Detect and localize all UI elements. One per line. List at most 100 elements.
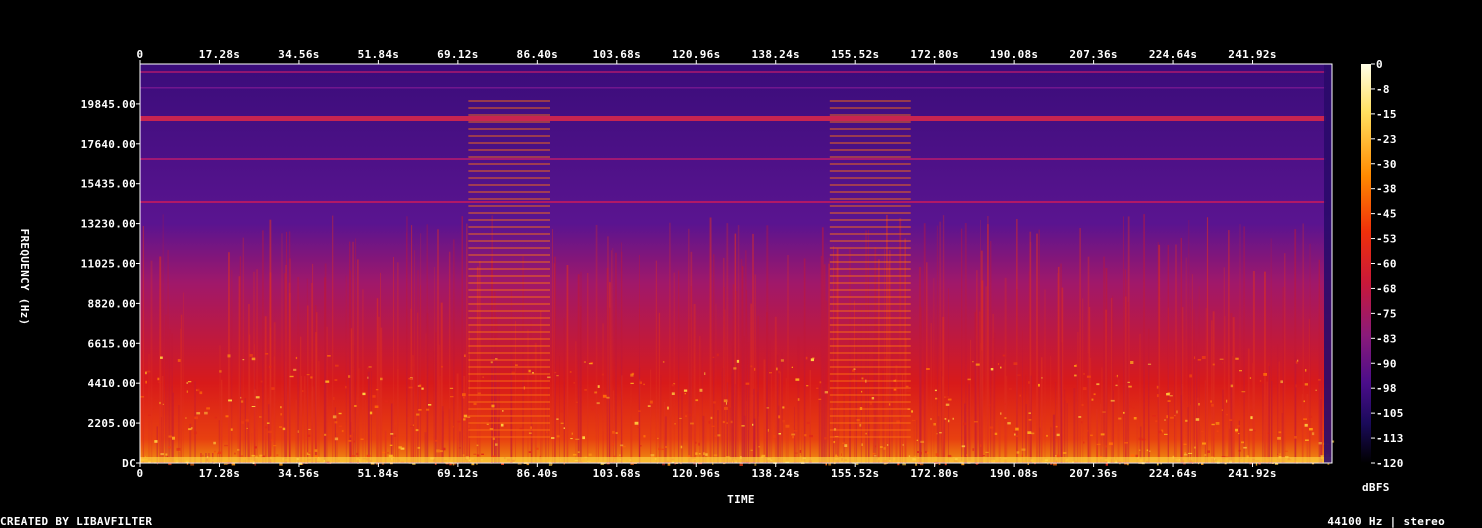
spectral-streak <box>441 406 444 463</box>
harmonic-speck <box>240 455 244 457</box>
harmonic-speck <box>778 370 781 374</box>
harmonic-speck <box>528 369 531 373</box>
spectral-streak <box>1082 298 1084 463</box>
harmonic-speck <box>1183 453 1188 456</box>
spectral-streak <box>420 233 422 463</box>
harmonic-speck <box>619 454 621 456</box>
harmonic-speck <box>816 387 819 389</box>
spectral-streak <box>916 420 918 463</box>
harmonic-speck <box>1062 452 1067 454</box>
spectral-streak <box>412 355 414 463</box>
harmonic-speck <box>819 381 822 384</box>
tonal-band <box>468 254 550 256</box>
spectral-streak <box>297 277 300 463</box>
harmonic-speck <box>750 365 753 368</box>
harmonic-speck <box>227 354 231 358</box>
tonal-band <box>829 352 911 354</box>
harmonic-speck <box>985 451 989 453</box>
spectral-streak <box>878 346 880 463</box>
tonal-band <box>468 289 550 291</box>
harmonic-speck <box>1167 400 1171 402</box>
harmonic-speck <box>1008 388 1012 390</box>
spectral-streak <box>352 241 354 463</box>
spectral-streak <box>345 275 347 463</box>
x-axis-label: TIME <box>727 493 755 506</box>
spectral-streak <box>1077 332 1079 463</box>
harmonic-speck <box>841 453 842 456</box>
harmonic-speck <box>160 356 163 359</box>
tonal-band <box>468 205 550 207</box>
tonal-band <box>829 121 911 123</box>
harmonic-speck <box>476 454 480 457</box>
harmonic-speck <box>1090 434 1093 437</box>
harmonic-speck <box>833 441 836 444</box>
harmonic-speck <box>615 432 618 434</box>
harmonic-speck <box>927 452 930 454</box>
harmonic-speck <box>1263 373 1267 376</box>
harmonic-speck <box>428 404 432 406</box>
spectral-streak <box>183 292 184 463</box>
spectral-streak <box>303 376 306 463</box>
harmonic-speck <box>196 412 201 415</box>
spectral-streak <box>1126 279 1128 463</box>
harmonic-speck <box>362 392 366 396</box>
harmonic-speck <box>251 406 256 407</box>
spectral-streak <box>1005 359 1006 463</box>
harmonic-speck <box>966 454 968 456</box>
tonal-band <box>468 233 550 235</box>
harmonic-speck <box>384 400 389 403</box>
harmonic-speck <box>1197 359 1202 361</box>
harmonic-speck <box>194 416 198 420</box>
spectral-streak <box>1028 271 1030 463</box>
x-tick-label-top: 69.12s <box>437 48 479 61</box>
harmonic-speck <box>1235 431 1237 433</box>
spectral-streak <box>397 368 399 463</box>
spectral-streak <box>580 327 582 463</box>
spectral-streak <box>411 225 413 463</box>
harmonic-speck <box>273 445 277 447</box>
spectral-streak <box>1044 289 1046 463</box>
harmonic-speck <box>334 379 338 381</box>
harmonic-speck <box>1087 430 1089 432</box>
harmonic-speck <box>722 420 725 424</box>
harmonic-speck <box>658 447 662 451</box>
tonal-band <box>468 422 550 424</box>
spectral-streak <box>1054 382 1057 463</box>
spectral-streak <box>737 409 739 463</box>
harmonic-speck <box>1130 454 1135 457</box>
x-tick-label-top: 86.40s <box>517 48 559 61</box>
harmonic-speck <box>606 396 610 399</box>
x-tick-label-top: 0 <box>137 48 144 61</box>
tonal-band <box>468 429 550 431</box>
tonal-band <box>468 310 550 312</box>
harmonic-speck <box>711 425 715 427</box>
harmonic-speck <box>1235 357 1239 360</box>
spectral-streak <box>448 251 451 463</box>
harmonic-speck <box>766 407 770 409</box>
harmonic-speck <box>944 396 946 398</box>
tonal-band <box>829 415 911 417</box>
spectral-streak <box>974 312 977 463</box>
spectral-streak <box>1022 330 1023 463</box>
harmonic-speck <box>835 454 837 457</box>
harmonic-speck <box>1216 430 1219 433</box>
harmonic-speck <box>917 451 919 453</box>
tonal-band <box>468 338 550 340</box>
spectral-streak <box>1211 320 1213 463</box>
tonal-band <box>829 436 911 438</box>
tonal-band <box>829 331 911 333</box>
tonal-band <box>468 226 550 228</box>
harmonic-speck <box>778 433 781 435</box>
harmonic-speck <box>367 367 369 370</box>
harmonic-speck <box>476 444 479 447</box>
spectral-streak <box>753 418 756 463</box>
colorbar-tick-label: -30 <box>1376 158 1397 171</box>
harmonic-speck <box>1128 385 1132 388</box>
colorbar-tick-label: -90 <box>1376 357 1397 370</box>
harmonic-speck <box>381 398 383 400</box>
harmonic-speck <box>217 451 222 455</box>
spectral-streak <box>566 265 569 463</box>
tonal-band <box>829 156 911 158</box>
spectral-streak <box>1262 383 1264 463</box>
spectral-streak <box>673 272 675 463</box>
